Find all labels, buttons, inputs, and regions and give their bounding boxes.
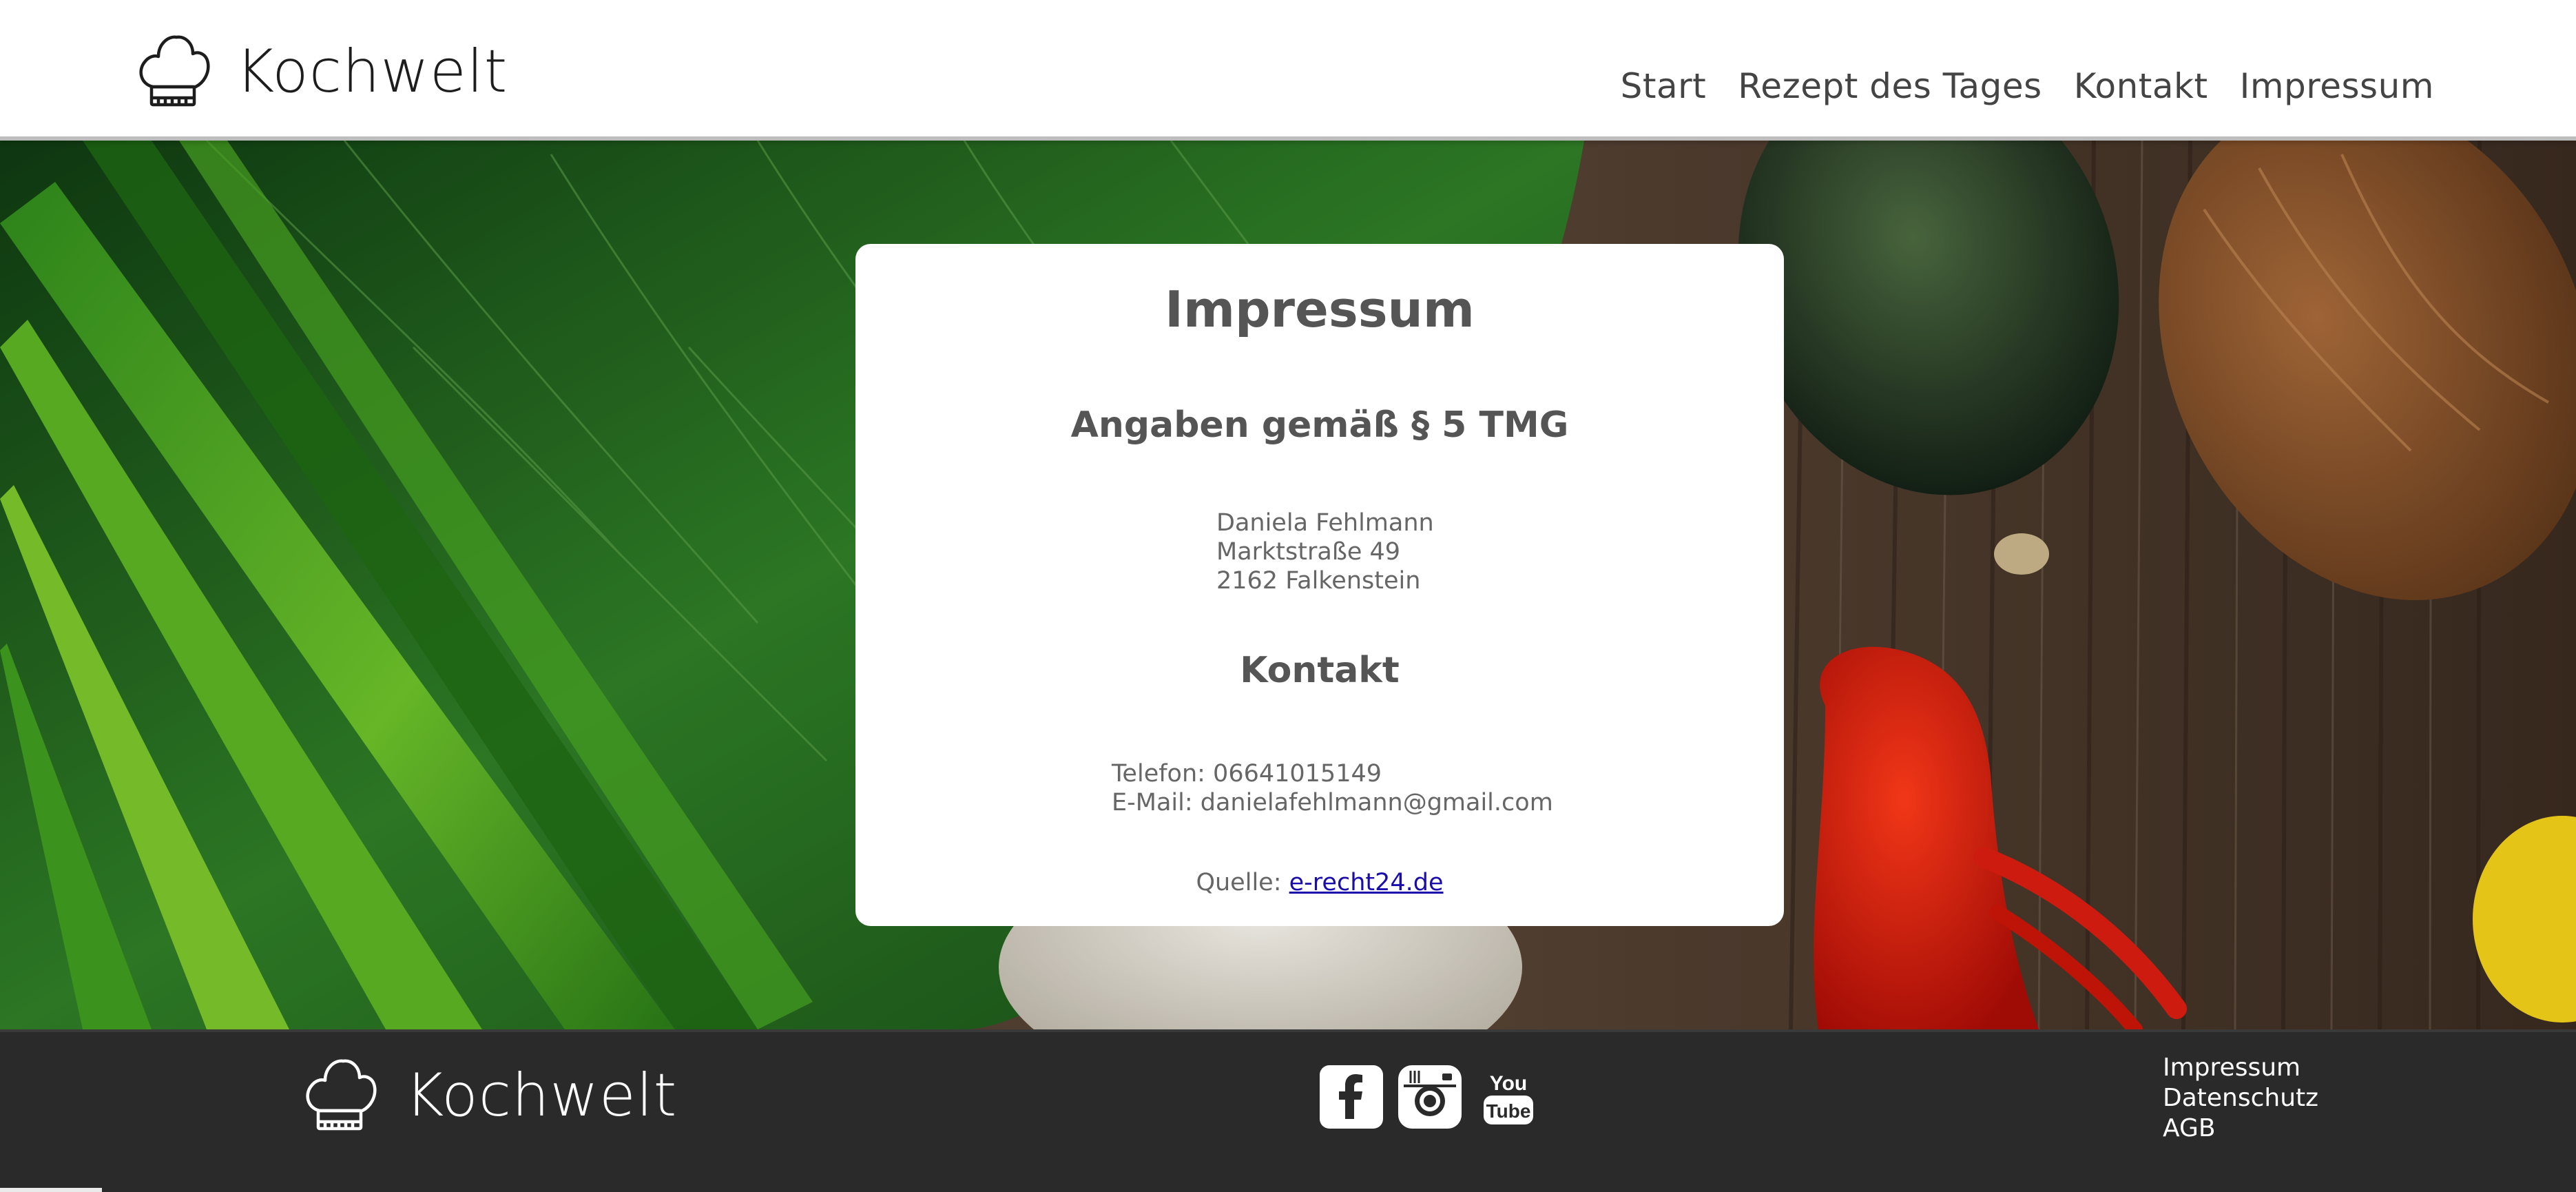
impressum-card: Impressum Angaben gemäß § 5 TMG Daniela … xyxy=(855,244,1784,926)
section-heading-angaben: Angaben gemäß § 5 TMG xyxy=(1070,404,1569,446)
footer-brand-name: Kochwelt xyxy=(405,1061,678,1130)
contact-phone: Telefon: 06641015149 xyxy=(1112,760,1382,788)
facebook-icon[interactable] xyxy=(1320,1065,1383,1129)
address-city: 2162 Falkenstein xyxy=(1216,567,1421,595)
source-label: Quelle: xyxy=(1196,869,1282,896)
address-block: Daniela Fehlmann Marktstraße 49 2162 Fal… xyxy=(1216,508,1434,595)
footer-links: Impressum Datenschutz AGB xyxy=(2163,1053,2318,1144)
chef-hat-icon xyxy=(136,32,211,112)
chef-hat-icon xyxy=(303,1056,377,1136)
section-heading-kontakt: Kontakt xyxy=(1240,650,1400,691)
footer-link-impressum[interactable]: Impressum xyxy=(2163,1053,2318,1083)
contact-email: E-Mail: danielafehlmann@gmail.com xyxy=(1112,789,1553,816)
social-links: You Tube xyxy=(1320,1065,1540,1129)
address-street: Marktstraße 49 xyxy=(1216,538,1401,566)
nav-item-start[interactable]: Start xyxy=(1621,69,1707,103)
nav-item-impressum[interactable]: Impressum xyxy=(2240,69,2434,103)
contact-block: Telefon: 06641015149 E-Mail: danielafehl… xyxy=(1112,759,1553,817)
main-nav: Start Rezept des Tages Kontakt Impressum xyxy=(1621,69,2434,103)
youtube-label-bottom: Tube xyxy=(1486,1100,1531,1122)
instagram-icon[interactable] xyxy=(1398,1065,1462,1129)
site-footer: Kochwelt You Tube Impressum Datenschutz … xyxy=(0,1029,2576,1192)
address-name: Daniela Fehlmann xyxy=(1216,509,1434,537)
youtube-label-top: You xyxy=(1490,1072,1527,1095)
bottom-bar xyxy=(0,1188,102,1192)
nav-item-rezept-des-tages[interactable]: Rezept des Tages xyxy=(1738,69,2042,103)
site-header: Kochwelt Start Rezept des Tages Kontakt … xyxy=(0,0,2576,141)
page-title: Impressum xyxy=(1165,280,1475,338)
brand-name: Kochwelt xyxy=(236,37,508,106)
source-line: Quelle: e-recht24.de xyxy=(855,868,1784,897)
footer-link-datenschutz[interactable]: Datenschutz xyxy=(2163,1083,2318,1113)
footer-link-agb[interactable]: AGB xyxy=(2163,1113,2318,1144)
nav-item-kontakt[interactable]: Kontakt xyxy=(2074,69,2208,103)
footer-logo[interactable]: Kochwelt xyxy=(303,1056,677,1136)
header-logo[interactable]: Kochwelt xyxy=(136,32,508,112)
source-link[interactable]: e-recht24.de xyxy=(1289,869,1444,896)
youtube-icon[interactable]: You Tube xyxy=(1477,1065,1540,1129)
